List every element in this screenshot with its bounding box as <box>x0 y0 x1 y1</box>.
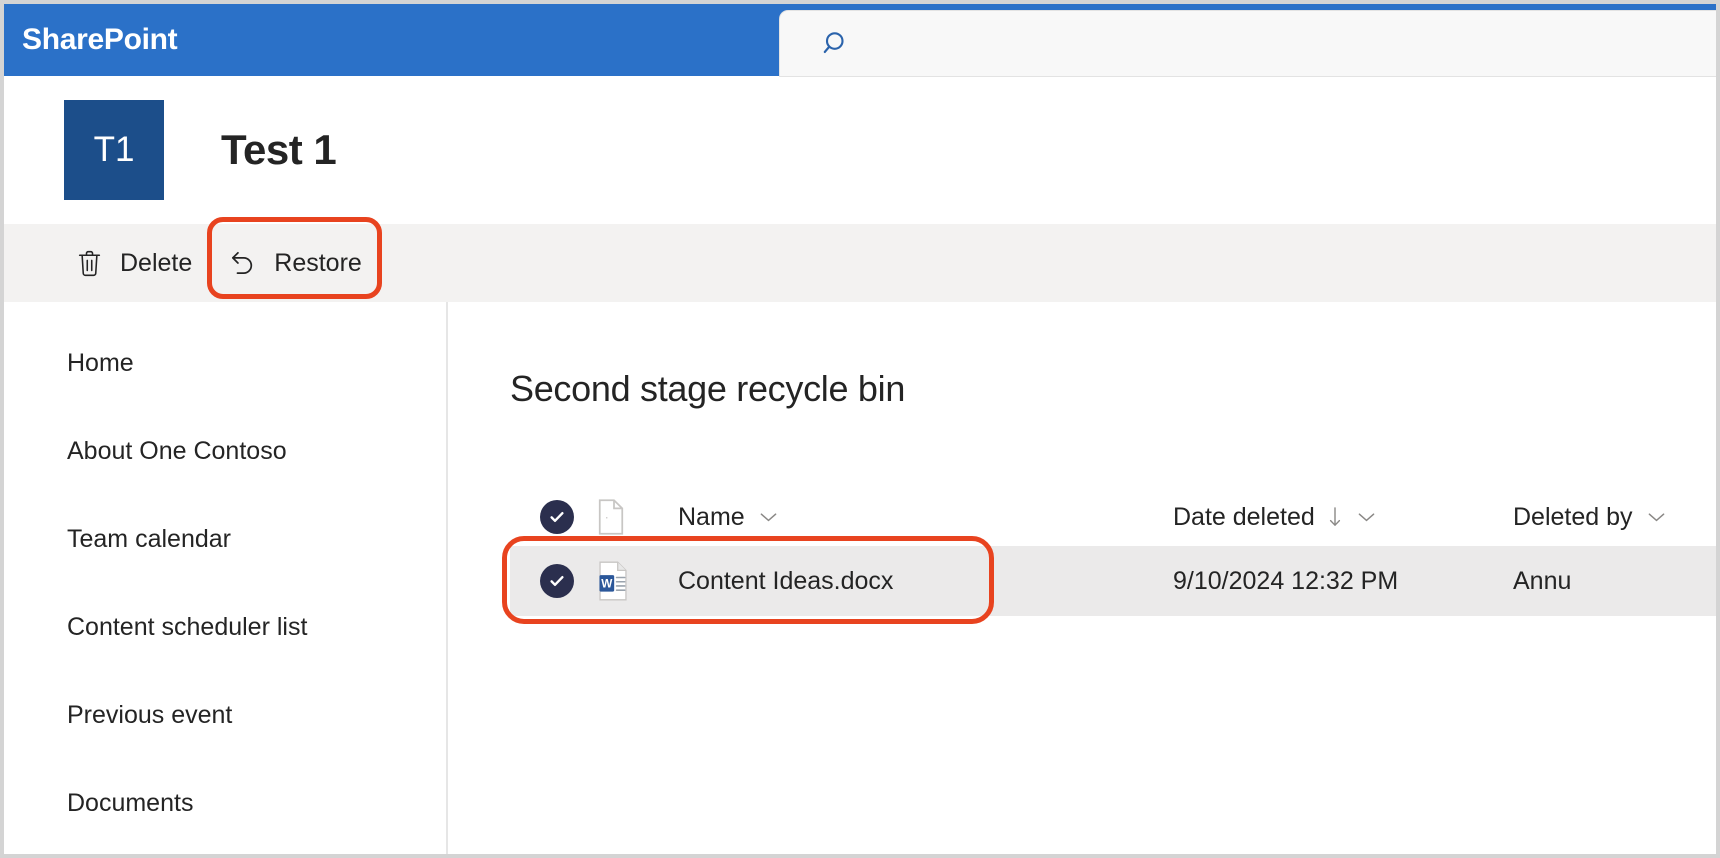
column-header-date-cell: Date deleted <box>1173 503 1513 532</box>
chevron-down-icon[interactable] <box>759 511 778 523</box>
column-header-date-deleted[interactable]: Date deleted <box>1173 503 1376 532</box>
file-type-header-cell <box>596 498 678 536</box>
row-deleted-by-cell: Annu <box>1513 567 1716 596</box>
column-header-date-deleted-label: Date deleted <box>1173 502 1315 531</box>
delete-button[interactable]: Delete <box>56 235 210 291</box>
recycle-bin-list: Name Date deleted Deleted by W Content I… <box>502 488 1716 624</box>
page-body: Home About One Contoso Team calendar Con… <box>4 302 1716 854</box>
column-header-name-label: Name <box>678 502 745 531</box>
command-bar: Delete Restore <box>4 217 1716 302</box>
restore-button-label: Restore <box>274 248 362 277</box>
site-title[interactable]: Test 1 <box>221 126 337 174</box>
column-header-deleted-by-cell: Deleted by <box>1513 503 1716 532</box>
sidebar-item-previous-event[interactable]: Previous event <box>4 671 446 759</box>
trash-icon <box>74 248 104 278</box>
svg-text:W: W <box>601 578 613 591</box>
check-circle-filled-icon[interactable] <box>540 564 574 598</box>
date-deleted-value: 9/10/2024 12:32 PM <box>1173 566 1399 595</box>
chevron-down-icon[interactable] <box>1357 511 1376 523</box>
sidebar-item-home[interactable]: Home <box>4 319 446 407</box>
list-header-row: Name Date deleted Deleted by <box>510 488 1716 546</box>
column-header-name[interactable]: Name <box>678 503 778 532</box>
sharepoint-recycle-bin-screenshot: SharePoint T1 Test 1 Delete Restore Home… <box>0 0 1720 858</box>
main-content: Second stage recycle bin Name Date delet… <box>448 302 1716 854</box>
restore-button[interactable]: Restore <box>210 235 380 291</box>
document-icon <box>598 499 624 535</box>
suite-bar: SharePoint <box>4 4 1716 76</box>
row-name-cell[interactable]: Content Ideas.docx <box>678 567 1173 596</box>
site-header: T1 Test 1 <box>4 76 1716 224</box>
sidebar-item-about-one-contoso[interactable]: About One Contoso <box>4 407 446 495</box>
arrow-down-icon <box>1327 505 1343 529</box>
row-date-deleted-cell: 9/10/2024 12:32 PM <box>1173 567 1513 596</box>
check-circle-filled-icon[interactable] <box>540 500 574 534</box>
sidebar-item-documents[interactable]: Documents <box>4 759 446 847</box>
column-header-deleted-by-label: Deleted by <box>1513 502 1633 531</box>
file-name-link[interactable]: Content Ideas.docx <box>678 567 893 596</box>
sidebar-item-team-calendar[interactable]: Team calendar <box>4 495 446 583</box>
search-input[interactable] <box>866 34 1716 53</box>
word-document-icon: W <box>599 561 627 601</box>
left-navigation: Home About One Contoso Team calendar Con… <box>4 302 448 854</box>
site-logo: T1 <box>64 100 164 200</box>
select-all-cell <box>510 500 596 534</box>
sharepoint-brand-link[interactable]: SharePoint <box>22 23 178 57</box>
table-row[interactable]: W Content Ideas.docx 9/10/2024 12:32 PM … <box>502 536 1716 624</box>
search-box[interactable] <box>780 11 1716 76</box>
delete-button-label: Delete <box>120 248 193 277</box>
sidebar-item-content-scheduler-list[interactable]: Content scheduler list <box>4 583 446 671</box>
deleted-by-value: Annu <box>1513 566 1572 595</box>
page-title: Second stage recycle bin <box>510 368 906 409</box>
column-header-name-cell: Name <box>678 503 1173 532</box>
row-file-icon-cell: W <box>596 561 678 601</box>
undo-arrow-icon <box>228 248 258 278</box>
search-icon <box>822 29 852 59</box>
chevron-down-icon[interactable] <box>1647 511 1666 523</box>
row-select-cell <box>510 564 596 598</box>
column-header-deleted-by[interactable]: Deleted by <box>1513 503 1666 532</box>
